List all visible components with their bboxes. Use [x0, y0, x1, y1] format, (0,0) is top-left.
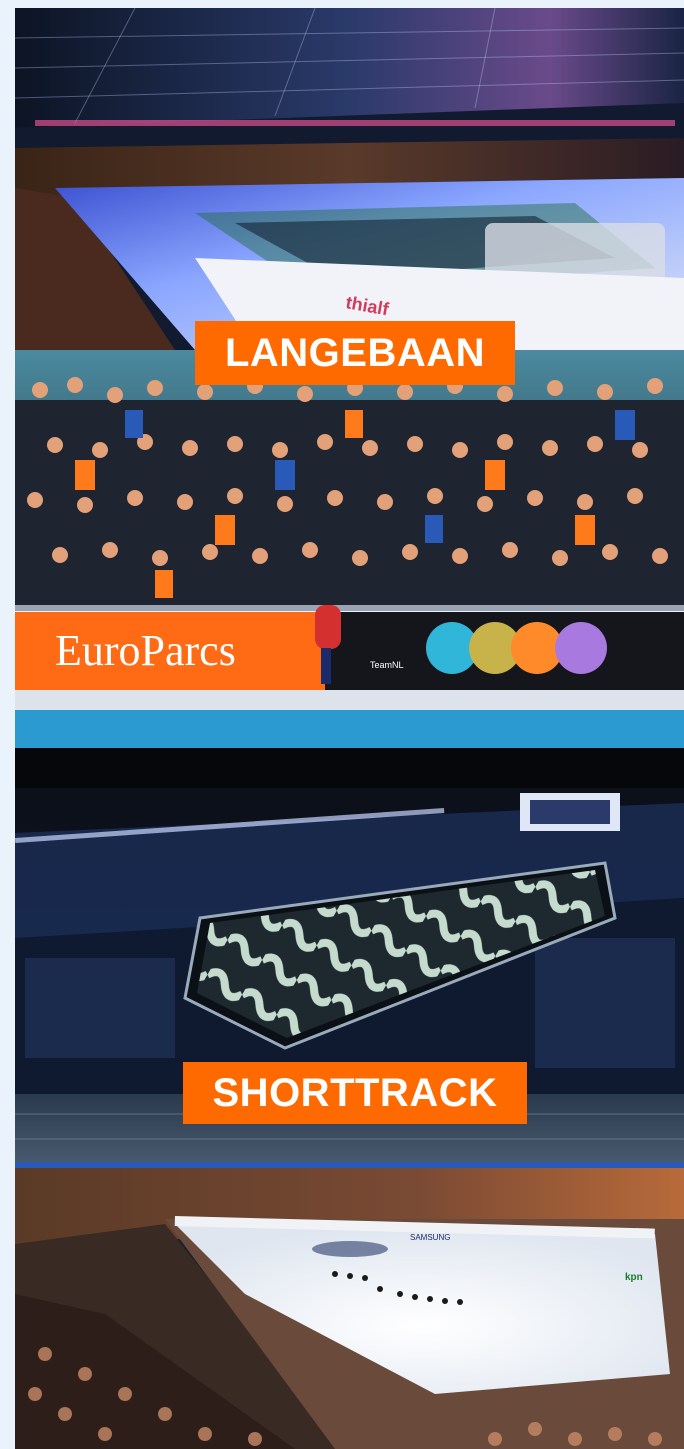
speed-skating-arena-image: thialf [15, 8, 684, 350]
shorttrack-projection-image [15, 748, 684, 1094]
langebaan-crowd-photo[interactable]: EuroParcs TeamNL [15, 350, 684, 748]
svg-text:SAMSUNG: SAMSUNG [410, 1233, 450, 1242]
langebaan-label-text: LANGEBAAN [224, 330, 486, 375]
shorttrack-race-image: SAMSUNG kpn [15, 1094, 684, 1449]
shorttrack-label-button[interactable]: SHORTTRACK [183, 1062, 527, 1124]
crowd-and-skater-image: EuroParcs TeamNL [15, 350, 684, 748]
langebaan-label-button[interactable]: LANGEBAAN [195, 321, 515, 385]
svg-text:TeamNL: TeamNL [370, 660, 404, 670]
shorttrack-arena-photo[interactable] [15, 748, 684, 1094]
svg-text:EuroParcs: EuroParcs [55, 626, 236, 675]
shorttrack-race-photo[interactable]: SAMSUNG kpn [15, 1094, 684, 1449]
shorttrack-label-text: SHORTTRACK [212, 1070, 498, 1115]
langebaan-arena-photo[interactable]: thialf [15, 8, 684, 350]
svg-text:kpn: kpn [625, 1272, 643, 1283]
